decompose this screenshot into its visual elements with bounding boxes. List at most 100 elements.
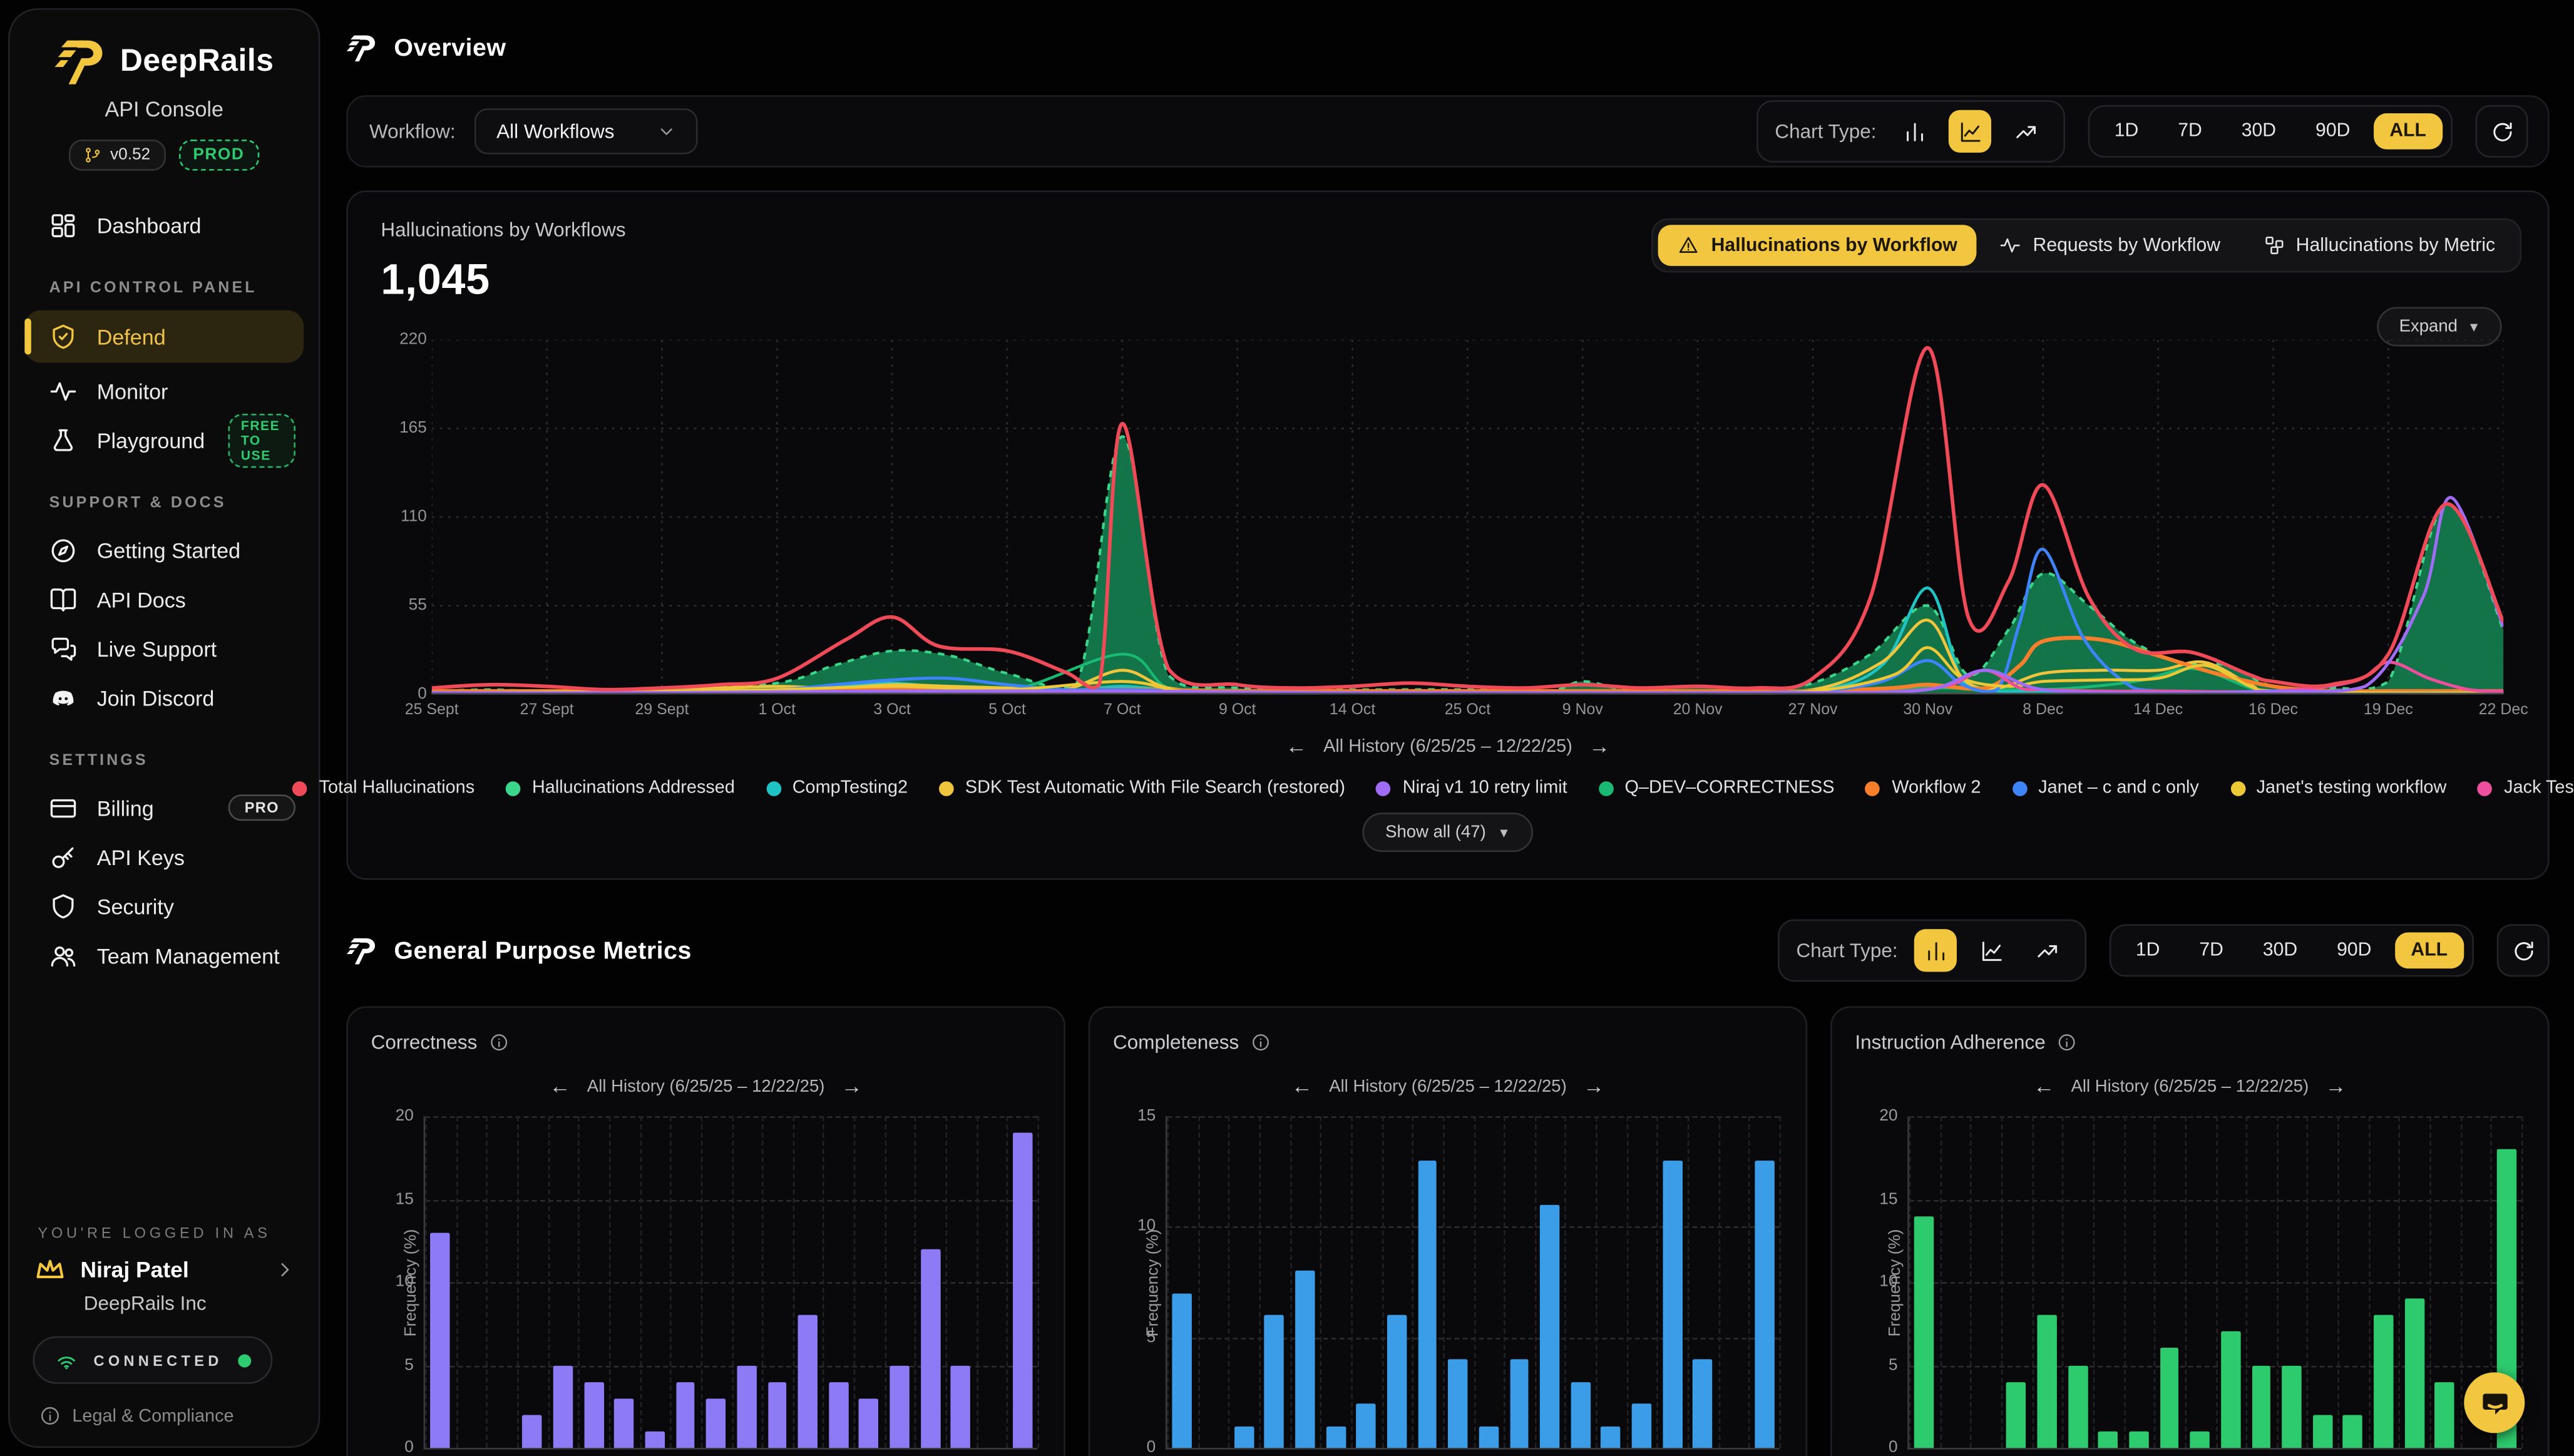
x-tick-label: 8 Dec: [2023, 701, 2063, 719]
gpm-range-90d-button[interactable]: 90D: [2320, 933, 2388, 969]
history-prev-icon[interactable]: ←: [550, 1074, 571, 1098]
sidebar-item-join-discord[interactable]: Join Discord: [10, 673, 319, 722]
gpm-range-all-button[interactable]: ALL: [2394, 933, 2464, 969]
refresh-button[interactable]: [2476, 105, 2528, 158]
gpm-refresh-button[interactable]: [2497, 924, 2550, 977]
histogram-bar: [2435, 1382, 2454, 1448]
histogram-plot: [1166, 1116, 1780, 1449]
histogram-bar: [2343, 1415, 2362, 1448]
legend-item[interactable]: Q–DEV–CORRECTNESS: [1599, 778, 1835, 797]
sidebar-item-dashboard[interactable]: Dashboard: [10, 200, 319, 250]
sidebar-item-api-keys[interactable]: API Keys: [10, 833, 319, 882]
histogram-bar: [1418, 1161, 1437, 1448]
legal-compliance-link[interactable]: Legal & Compliance: [39, 1405, 295, 1427]
histogram-plot: [424, 1116, 1038, 1449]
sidebar-item-playground[interactable]: PlaygroundFREE TO USE: [10, 415, 319, 464]
y-tick-label: 20: [371, 1107, 414, 1125]
histogram-bar: [675, 1382, 695, 1448]
legend-item[interactable]: Hallucinations Addressed: [506, 778, 735, 797]
sidebar-nav: DashboardAPI CONTROL PANELDefendMonitorP…: [10, 200, 319, 980]
sidebar-item-defend[interactable]: Defend: [24, 310, 304, 363]
history-prev-icon[interactable]: ←: [1291, 1074, 1313, 1098]
histogram-bar: [1264, 1315, 1284, 1448]
tab-requests-by-workflow[interactable]: Requests by Workflow: [1981, 225, 2240, 266]
histogram-bar: [2068, 1365, 2087, 1448]
x-tick-label: 9 Nov: [1562, 701, 1603, 719]
range-7d-button[interactable]: 7D: [2161, 113, 2218, 150]
info-icon[interactable]: [1251, 1033, 1270, 1052]
chevron-right-icon[interactable]: [274, 1259, 295, 1280]
tab-hallucinations-by-workflow[interactable]: Hallucinations by Workflow: [1659, 225, 1977, 266]
gpm-chart-type-trend-button[interactable]: [2026, 929, 2068, 972]
legend-dot: [293, 781, 308, 796]
workflow-select[interactable]: All Workflows: [475, 108, 698, 154]
sidebar-item-getting-started[interactable]: Getting Started: [10, 525, 319, 575]
sidebar-item-live-support[interactable]: Live Support: [10, 624, 319, 674]
x-tick-label: 14 Oct: [1330, 701, 1375, 719]
legend-item[interactable]: Janet's testing workflow: [2230, 778, 2447, 797]
chart-type-line-button[interactable]: [1949, 110, 1991, 153]
range-90d-button[interactable]: 90D: [2299, 113, 2367, 150]
histogram-bar: [2037, 1315, 2056, 1448]
nav-section-label: API CONTROL PANEL: [49, 279, 319, 297]
legend-item[interactable]: CompTesting2: [766, 778, 908, 797]
gpm-range-30d-button[interactable]: 30D: [2247, 933, 2314, 969]
chart-type-bar-button[interactable]: [1893, 110, 1936, 153]
book-icon: [49, 585, 78, 613]
sidebar-item-api-docs[interactable]: API Docs: [10, 575, 319, 624]
history-next-icon[interactable]: →: [1583, 1074, 1604, 1098]
histogram-bar: [2098, 1432, 2118, 1448]
workflow-label: Workflow:: [369, 120, 456, 143]
bar-chart-icon: [1902, 119, 1926, 143]
gpm-chart-type-line-button[interactable]: [1970, 929, 2013, 972]
legend-dot: [1599, 781, 1614, 796]
x-tick-label: 5 Oct: [988, 701, 1026, 719]
y-tick-label: 0: [1113, 1439, 1156, 1456]
histogram-bar: [2404, 1299, 2424, 1448]
gpm-chart-type-bar-button[interactable]: [1914, 929, 1957, 972]
pro-badge: PRO: [228, 794, 295, 821]
logged-in-label: YOU'RE LOGGED IN AS: [38, 1224, 295, 1241]
sidebar-item-label: Live Support: [97, 636, 217, 660]
gpm-range-7d-button[interactable]: 7D: [2183, 933, 2240, 969]
page-title: Overview: [394, 34, 506, 63]
legend-label: CompTesting2: [792, 778, 908, 797]
info-icon[interactable]: [489, 1033, 508, 1052]
chart-type-trend-button[interactable]: [2004, 110, 2047, 153]
sidebar-item-label: Getting Started: [97, 538, 240, 562]
history-next-icon[interactable]: →: [1589, 734, 1610, 758]
legend-item[interactable]: Total Hallucinations: [293, 778, 475, 797]
legend-item[interactable]: Jack Testing: [2478, 778, 2574, 797]
chat-launcher-button[interactable]: [2464, 1372, 2525, 1433]
history-prev-icon[interactable]: ←: [1286, 734, 1307, 758]
sidebar-item-monitor[interactable]: Monitor: [10, 366, 319, 416]
legend-item[interactable]: SDK Test Automatic With File Search (res…: [939, 778, 1345, 797]
history-prev-icon[interactable]: ←: [2033, 1074, 2054, 1098]
deeprails-logo-white-icon: [346, 935, 377, 966]
gpm-range-1d-button[interactable]: 1D: [2120, 933, 2177, 969]
y-tick-label: 15: [371, 1190, 414, 1208]
histogram-bar: [2282, 1365, 2302, 1448]
legend-item[interactable]: Niraj v1 10 retry limit: [1377, 778, 1567, 797]
tab-hallucinations-by-metric[interactable]: Hallucinations by Metric: [2243, 225, 2515, 266]
x-tick-label: 27 Sept: [520, 701, 574, 719]
info-icon[interactable]: [2057, 1033, 2076, 1052]
show-all-button[interactable]: Show all (47) ▼: [1362, 813, 1533, 852]
x-tick-label: 30 Nov: [1903, 701, 1952, 719]
range-30d-button[interactable]: 30D: [2225, 113, 2293, 150]
sidebar-item-team-management[interactable]: Team Management: [10, 931, 319, 980]
range-1d-button[interactable]: 1D: [2098, 113, 2155, 150]
env-badge: PROD: [178, 140, 259, 171]
history-next-icon[interactable]: →: [841, 1074, 863, 1098]
legend-dot: [1377, 781, 1392, 796]
org-name: DeepRails Inc: [84, 1292, 295, 1315]
legend-item[interactable]: Workflow 2: [1865, 778, 1981, 797]
range-all-button[interactable]: ALL: [2373, 113, 2443, 150]
history-next-icon[interactable]: →: [2325, 1074, 2346, 1098]
legend-item[interactable]: Janet – c and c only: [2012, 778, 2199, 797]
free-to-use-badge: FREE TO USE: [228, 413, 295, 468]
sidebar-item-security[interactable]: Security: [10, 881, 319, 931]
sidebar-item-billing[interactable]: BillingPRO: [10, 783, 319, 833]
history-label: All History (6/25/25 – 12/22/25): [2071, 1076, 2309, 1095]
user-account[interactable]: Niraj Patel: [33, 1253, 295, 1287]
